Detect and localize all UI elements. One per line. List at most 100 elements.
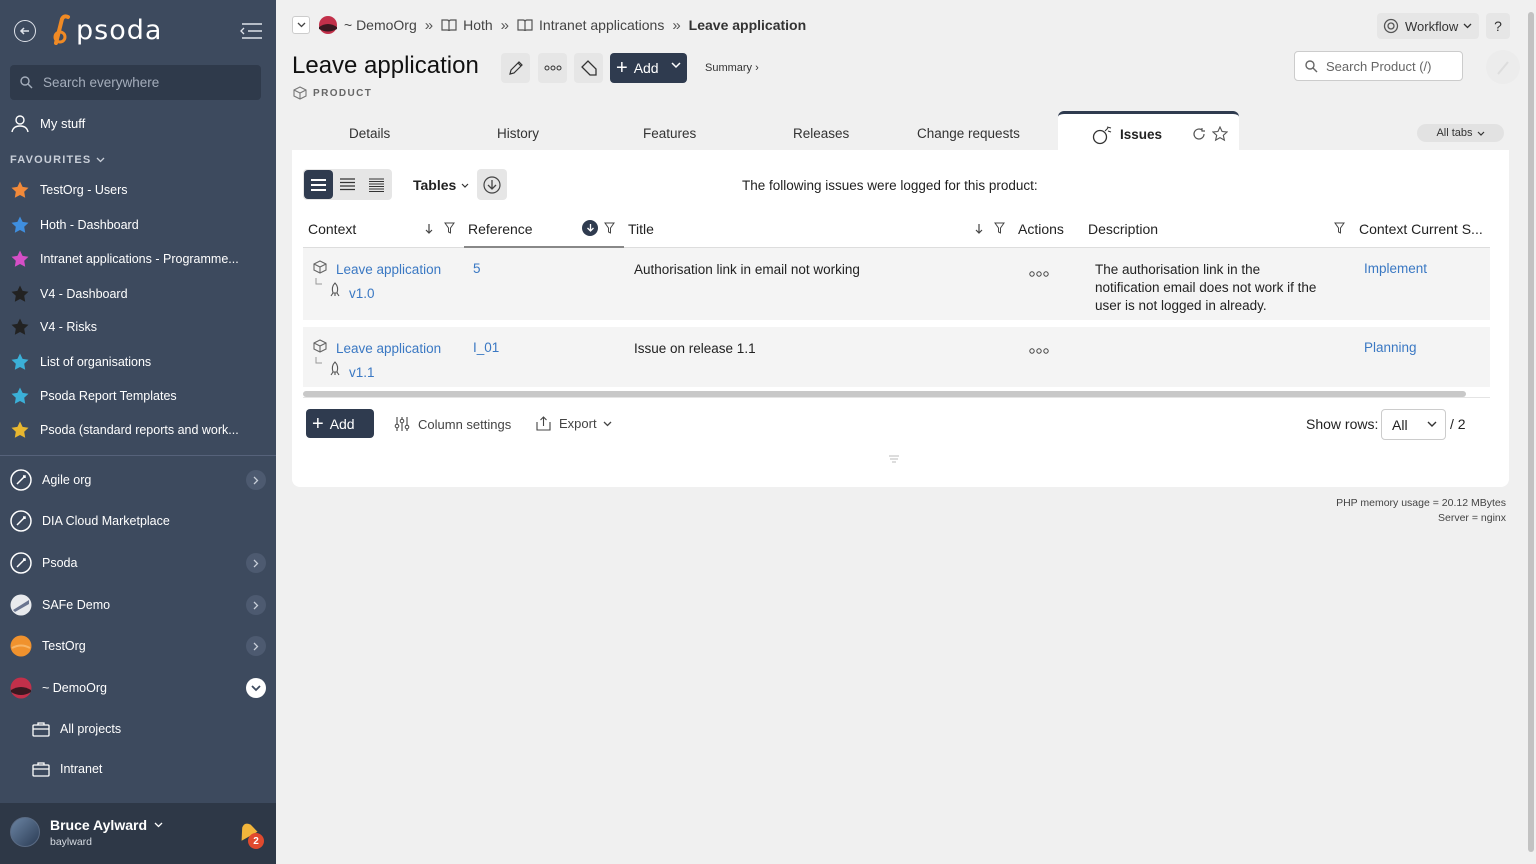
tab-releases[interactable]: Releases bbox=[793, 126, 849, 141]
workflow-button[interactable]: Workflow bbox=[1377, 13, 1479, 39]
memory-usage: PHP memory usage = 20.12 MBytes bbox=[1336, 497, 1506, 509]
chevron-right-icon[interactable] bbox=[246, 636, 266, 656]
favourites-heading[interactable]: FAVOURITES bbox=[10, 154, 105, 166]
sidebar-item-intranet[interactable]: Intranet bbox=[32, 759, 102, 779]
download-button[interactable] bbox=[477, 169, 507, 200]
org-label: ~ DemoOrg bbox=[42, 681, 107, 695]
breadcrumb-dropdown[interactable] bbox=[292, 16, 310, 34]
favourites-heading-label: FAVOURITES bbox=[10, 154, 92, 166]
sidebar-org-item[interactable]: Agile org bbox=[10, 468, 266, 492]
breadcrumb-intranet-applications[interactable]: Intranet applications bbox=[539, 17, 664, 33]
sort-active-icon[interactable] bbox=[582, 220, 598, 236]
status-link[interactable]: Planning bbox=[1364, 340, 1417, 355]
chevron-down-icon bbox=[461, 183, 469, 188]
tables-dropdown[interactable]: Tables bbox=[413, 177, 469, 193]
chevron-right-icon[interactable] bbox=[246, 553, 266, 573]
favourite-item[interactable]: Psoda Report Templates bbox=[10, 386, 250, 406]
all-tabs-button[interactable]: All tabs bbox=[1417, 124, 1504, 142]
page-type: PRODUCT bbox=[313, 87, 373, 99]
column-header-description[interactable]: Description bbox=[1088, 221, 1158, 237]
summary-link[interactable]: Summary › bbox=[705, 62, 759, 74]
sidebar-search-input[interactable]: Search everywhere bbox=[10, 65, 261, 100]
sidebar-org-item[interactable]: Psoda bbox=[10, 551, 266, 575]
favourite-item[interactable]: V4 - Dashboard bbox=[10, 284, 250, 304]
view-compact-button[interactable] bbox=[333, 170, 362, 199]
column-header-reference[interactable]: Reference bbox=[468, 221, 533, 237]
chevron-right-icon[interactable] bbox=[246, 470, 266, 490]
workflow-icon bbox=[1383, 18, 1399, 34]
column-header-actions: Actions bbox=[1018, 221, 1064, 237]
breadcrumb-hoth[interactable]: Hoth bbox=[463, 17, 493, 33]
status-link[interactable]: Implement bbox=[1364, 261, 1427, 276]
plus-icon: + bbox=[312, 412, 324, 435]
favourite-item[interactable]: Hoth - Dashboard bbox=[10, 215, 250, 235]
column-header-title[interactable]: Title bbox=[628, 221, 654, 237]
reference-link[interactable]: I_01 bbox=[473, 340, 499, 355]
my-stuff-link[interactable]: My stuff bbox=[10, 113, 85, 133]
release-link[interactable]: v1.0 bbox=[349, 286, 375, 301]
release-link[interactable]: v1.1 bbox=[349, 365, 375, 380]
view-comfortable-button[interactable] bbox=[304, 170, 333, 199]
favourite-item[interactable]: Psoda (standard reports and work... bbox=[10, 420, 250, 440]
star-icon bbox=[11, 181, 29, 198]
context-link[interactable]: Leave application bbox=[336, 262, 441, 277]
filter-icon[interactable] bbox=[604, 222, 615, 234]
star-icon bbox=[11, 318, 29, 335]
favourite-item[interactable]: List of organisations bbox=[10, 352, 250, 372]
ellipsis-icon[interactable] bbox=[1029, 270, 1049, 278]
add-button[interactable]: + Add bbox=[610, 53, 687, 83]
sidebar-org-item[interactable]: DIA Cloud Marketplace bbox=[10, 509, 266, 533]
tab-details[interactable]: Details bbox=[349, 126, 390, 141]
show-rows-select[interactable]: All bbox=[1381, 409, 1446, 440]
filter-icon[interactable] bbox=[994, 222, 1005, 234]
tab-issues[interactable]: Issues bbox=[1058, 111, 1239, 152]
add-issue-button[interactable]: + Add bbox=[306, 409, 374, 438]
sidebar-org-item[interactable]: TestOrg bbox=[10, 634, 266, 658]
tab-change-requests[interactable]: Change requests bbox=[917, 126, 1020, 141]
breadcrumb-org[interactable]: ~ DemoOrg bbox=[344, 17, 417, 33]
search-product-input[interactable]: Search Product (/) bbox=[1294, 51, 1463, 81]
user-menu[interactable]: Bruce Aylward baylward bbox=[0, 803, 276, 864]
more-actions-button[interactable] bbox=[538, 53, 567, 83]
column-settings-button[interactable]: Column settings bbox=[394, 416, 511, 432]
edit-button[interactable] bbox=[501, 53, 530, 83]
search-icon bbox=[20, 76, 33, 89]
column-header-context[interactable]: Context bbox=[308, 221, 356, 237]
filter-icon[interactable] bbox=[444, 222, 455, 234]
context-link[interactable]: Leave application bbox=[336, 341, 441, 356]
tag-button[interactable] bbox=[574, 53, 603, 83]
favourite-item[interactable]: V4 - Risks bbox=[10, 317, 250, 337]
psoda-logo[interactable]: psoda bbox=[50, 12, 162, 48]
resize-handle-icon[interactable] bbox=[887, 453, 901, 463]
back-icon[interactable] bbox=[14, 20, 36, 42]
sort-icon[interactable] bbox=[424, 222, 434, 236]
favourite-label: Psoda Report Templates bbox=[40, 389, 177, 403]
ellipsis-icon[interactable] bbox=[1029, 347, 1049, 355]
help-button[interactable]: ? bbox=[1486, 13, 1510, 39]
sidebar-item-all-projects[interactable]: All projects bbox=[32, 719, 121, 739]
chevron-down-icon bbox=[1463, 23, 1472, 29]
favourite-item[interactable]: TestOrg - Users bbox=[10, 180, 250, 200]
vertical-scrollbar[interactable] bbox=[1528, 12, 1534, 852]
star-outline-icon[interactable] bbox=[1212, 126, 1228, 142]
tab-history[interactable]: History bbox=[497, 126, 539, 141]
column-header-context-status[interactable]: Context Current S... bbox=[1359, 221, 1483, 237]
collapse-menu-icon[interactable] bbox=[238, 22, 264, 40]
sidebar-org-item[interactable]: ~ DemoOrg bbox=[10, 676, 266, 700]
favourite-item[interactable]: Intranet applications - Programme... bbox=[10, 249, 250, 269]
view-dense-button[interactable] bbox=[362, 170, 391, 199]
download-icon bbox=[483, 175, 501, 194]
chevron-down-icon[interactable] bbox=[246, 678, 266, 698]
horizontal-scrollbar[interactable] bbox=[303, 391, 1466, 397]
sort-icon[interactable] bbox=[974, 222, 984, 236]
issues-panel: Tables The following issues were logged … bbox=[292, 150, 1509, 487]
chevron-right-icon[interactable] bbox=[246, 595, 266, 615]
export-button[interactable]: Export bbox=[536, 416, 620, 431]
sidebar-org-item[interactable]: SAFe Demo bbox=[10, 593, 266, 617]
filter-icon[interactable] bbox=[1334, 222, 1345, 234]
reference-link[interactable]: 5 bbox=[473, 261, 481, 276]
refresh-icon[interactable] bbox=[1192, 127, 1206, 141]
quick-edit-button[interactable] bbox=[1486, 50, 1520, 84]
chevron-down-icon bbox=[154, 822, 163, 828]
tab-features[interactable]: Features bbox=[643, 126, 696, 141]
